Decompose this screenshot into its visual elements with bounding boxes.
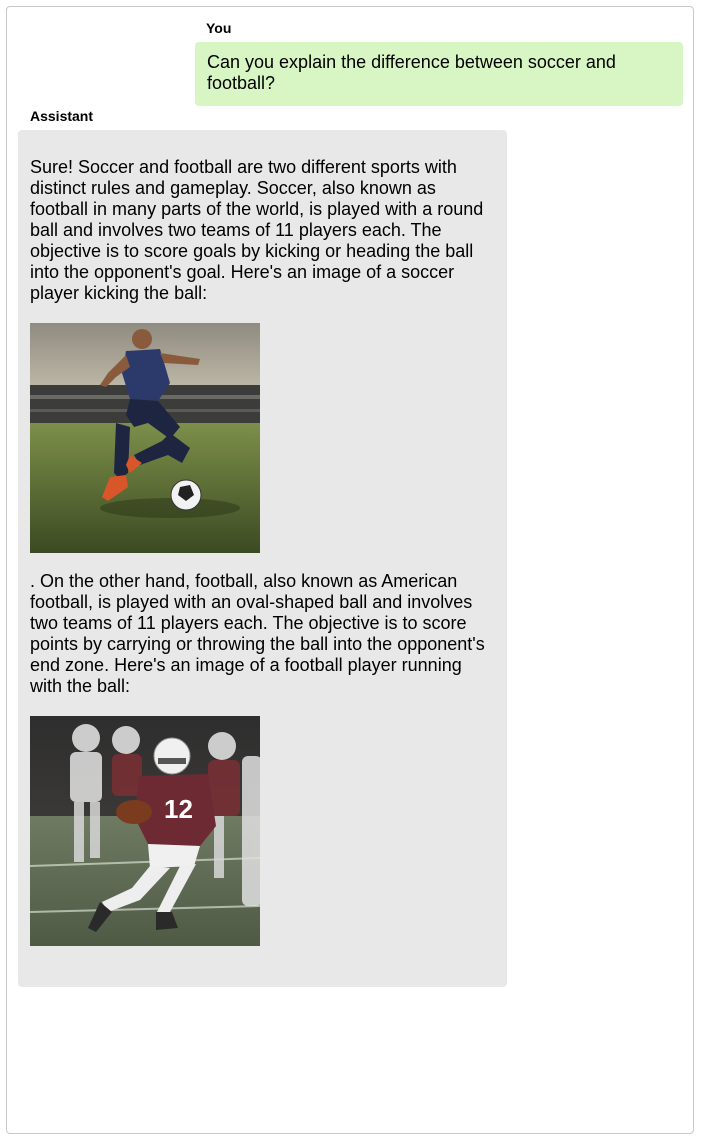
- assistant-label: Assistant: [30, 108, 94, 124]
- soccer-player-image: [30, 323, 260, 553]
- user-message-text: Can you explain the difference between s…: [207, 52, 616, 93]
- football-jersey-number: 12: [164, 794, 193, 824]
- assistant-paragraph-football: . On the other hand, football, also know…: [30, 571, 485, 696]
- user-label: You: [206, 20, 232, 36]
- user-message-bubble: Can you explain the difference between s…: [195, 42, 683, 106]
- assistant-message-bubble: Sure! Soccer and football are two differ…: [18, 130, 507, 987]
- chat-window: You Can you explain the difference betwe…: [6, 6, 694, 1134]
- assistant-paragraph-soccer: Sure! Soccer and football are two differ…: [30, 157, 484, 303]
- football-player-image: 12: [30, 716, 260, 946]
